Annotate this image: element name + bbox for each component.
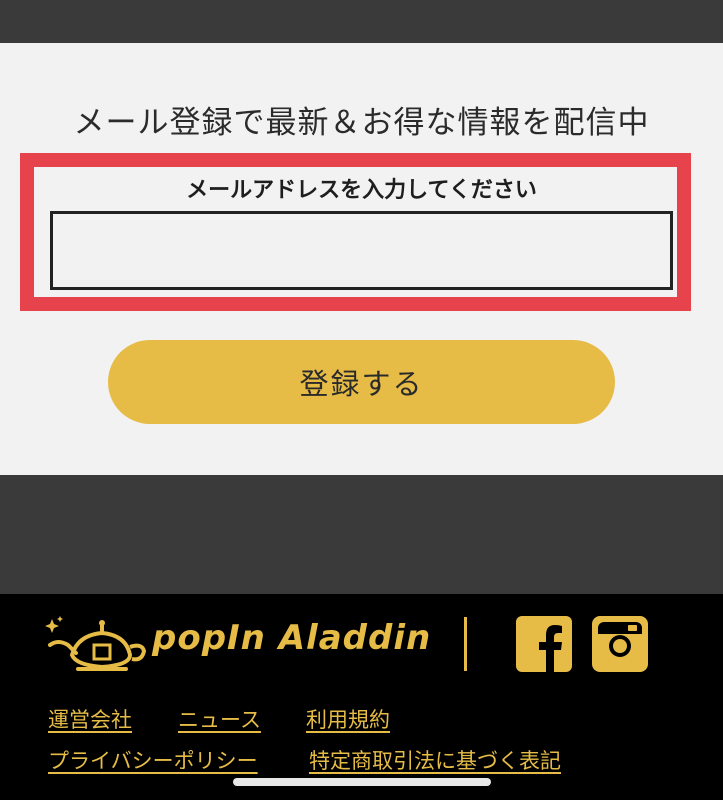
- footer-divider: [464, 617, 467, 671]
- brand-logo-text: popIn Aladdin: [152, 618, 432, 658]
- footer-link-commerce-law[interactable]: 特定商取引法に基づく表記: [309, 745, 561, 775]
- footer-link-terms[interactable]: 利用規約: [306, 704, 390, 734]
- footer-link-company[interactable]: 運営会社: [48, 704, 132, 734]
- gray-band: [0, 475, 723, 594]
- instagram-icon[interactable]: [592, 616, 648, 672]
- email-input[interactable]: [50, 211, 673, 290]
- facebook-icon[interactable]: [516, 616, 572, 672]
- footer-link-privacy[interactable]: プライバシーポリシー: [48, 745, 258, 775]
- home-indicator[interactable]: [233, 778, 491, 786]
- email-label: メールアドレスを入力してください: [186, 178, 537, 203]
- register-button[interactable]: 登録する: [108, 340, 615, 424]
- footer-link-news[interactable]: ニュース: [178, 704, 261, 734]
- signup-heading: メール登録で最新＆お得な情報を配信中: [73, 105, 650, 141]
- top-bar: [0, 0, 723, 43]
